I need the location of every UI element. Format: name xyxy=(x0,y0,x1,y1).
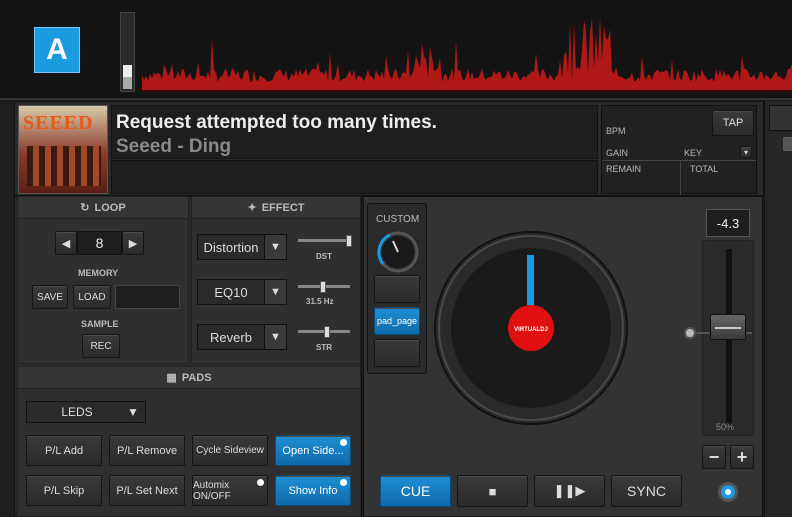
pitch-minus-button[interactable]: − xyxy=(702,445,726,469)
pads-header: PADS xyxy=(181,371,212,384)
deck-letter-badge: A xyxy=(34,27,80,73)
effect-2-slider-knob[interactable] xyxy=(320,281,326,293)
sample-rec-button[interactable]: REC xyxy=(82,334,120,358)
custom-button-1[interactable] xyxy=(374,275,420,303)
chevron-down-icon: ▼ xyxy=(264,325,286,349)
effect-select-3[interactable]: Reverb ▼ xyxy=(197,324,287,350)
pitch-value: -4.3 xyxy=(706,209,750,237)
track-info-bar: SEEED Request attempted too many times. … xyxy=(14,101,764,196)
effect-select-1[interactable]: Distortion ▼ xyxy=(197,234,287,260)
custom-knob[interactable] xyxy=(374,230,422,274)
custom-panel: CUSTOM pad_page xyxy=(367,203,427,374)
track-artist: Seeed - Ding xyxy=(116,136,232,157)
effect-1-slider-knob[interactable] xyxy=(346,235,352,247)
effect-icon: ✦ xyxy=(247,202,257,214)
pitch-plus-button[interactable]: + xyxy=(730,445,754,469)
pad-cycle-sideview[interactable]: Cycle Sideview xyxy=(192,435,268,466)
memory-slot[interactable] xyxy=(115,285,180,309)
play-pause-button[interactable]: ❚❚▶ xyxy=(534,475,605,507)
effect-header: EFFECT xyxy=(261,201,305,214)
loop-header: LOOP xyxy=(94,201,126,214)
pad-pl-remove[interactable]: P/L Remove xyxy=(109,435,185,466)
sync-button[interactable]: SYNC xyxy=(611,475,682,507)
tap-button[interactable]: TAP xyxy=(712,110,754,136)
track-title: Request attempted too many times. xyxy=(116,112,437,133)
stop-icon: ■ xyxy=(488,483,497,499)
pad-open-side[interactable]: Open Side... xyxy=(275,435,351,466)
chevron-down-icon: ▼ xyxy=(127,405,139,419)
pad-pl-skip[interactable]: P/L Skip xyxy=(26,475,102,506)
loop-value: 8 xyxy=(77,231,122,255)
keylock-icon[interactable] xyxy=(718,482,738,502)
pad-pl-add[interactable]: P/L Add xyxy=(26,435,102,466)
pad-automix[interactable]: Automix ON/OFF xyxy=(192,475,268,506)
right-edge xyxy=(764,101,792,517)
memory-save-button[interactable]: SAVE xyxy=(32,285,68,309)
loop-decrease-button[interactable]: ◀ xyxy=(55,231,77,255)
info-panel: BPM TAP GAIN KEY ▾ REMAIN TOTAL xyxy=(601,105,757,195)
play-pause-icon: ❚❚▶ xyxy=(553,483,586,498)
pitch-reset-dot[interactable] xyxy=(684,327,696,339)
album-art: SEEED xyxy=(18,105,108,194)
pitch-range: 50% xyxy=(716,422,735,432)
waveform-area[interactable]: A xyxy=(0,0,792,100)
jog-wheel[interactable]: VIRTUALDJ xyxy=(433,230,629,426)
pad-page-button[interactable]: pad_page xyxy=(374,307,420,335)
track-waveform[interactable] xyxy=(142,8,792,98)
pads-mode-select[interactable]: LEDS ▼ xyxy=(26,401,146,423)
pitch-fader-knob[interactable] xyxy=(710,314,746,340)
memory-load-button[interactable]: LOAD xyxy=(73,285,111,309)
title-box: Request attempted too many times. Seeed … xyxy=(111,105,598,159)
effect-panel: ✦ EFFECT Distortion ▼ DST EQ10 ▼ 31.5 Hz R… xyxy=(191,196,361,364)
deck-letter: A xyxy=(46,33,68,66)
cue-button[interactable]: CUE xyxy=(380,475,451,507)
loop-icon: ↻ xyxy=(80,202,90,214)
loop-panel: ↻ LOOP ◀ 8 ▶ MEMORY SAVE LOAD SAMPLE REC xyxy=(17,196,189,364)
effect-1-slider[interactable] xyxy=(298,239,350,242)
chevron-down-icon: ▼ xyxy=(264,235,286,259)
stop-button[interactable]: ■ xyxy=(457,475,528,507)
turntable-logo: VIRTUALDJ xyxy=(514,327,548,333)
pad-show-info[interactable]: Show Info xyxy=(275,475,351,506)
effect-3-slider-knob[interactable] xyxy=(324,326,330,338)
level-meter xyxy=(120,12,135,92)
loop-increase-button[interactable]: ▶ xyxy=(122,231,144,255)
chevron-down-icon: ▼ xyxy=(264,280,286,304)
custom-button-3[interactable] xyxy=(374,339,420,367)
key-expand-icon[interactable]: ▾ xyxy=(740,146,752,158)
pads-icon: ▦ xyxy=(166,372,177,384)
effect-select-2[interactable]: EQ10 ▼ xyxy=(197,279,287,305)
pad-pl-set-next[interactable]: P/L Set Next xyxy=(109,475,185,506)
